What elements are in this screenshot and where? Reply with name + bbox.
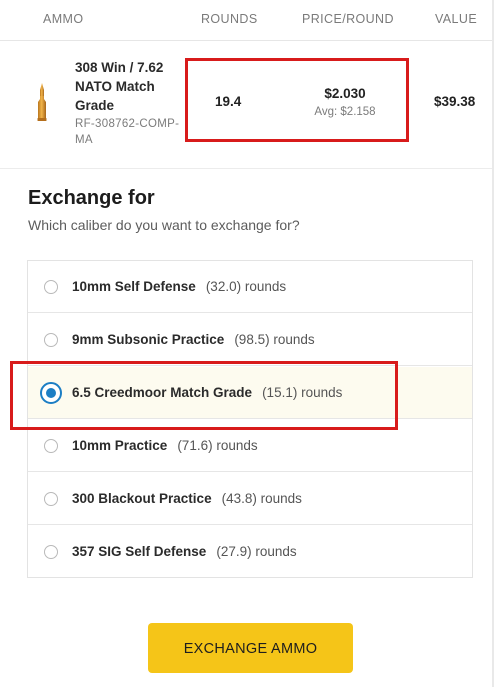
option-rounds: (43.8) rounds [221,491,302,506]
selected-option-highlight [10,361,398,430]
exchange-ammo-button[interactable]: EXCHANGE AMMO [148,623,353,673]
option-rounds: (71.6) rounds [177,438,258,453]
option-9mm-subsonic-practice[interactable]: 9mm Subsonic Practice (98.5) rounds [28,314,472,366]
radio-button[interactable] [44,280,58,294]
product-name: 308 Win / 7.62 NATO Match Grade [75,60,164,113]
radio-button[interactable] [44,333,58,347]
header-price-per-round: PRICE/ROUND [302,12,394,26]
option-label: 10mm Self Defense (32.0) rounds [72,279,287,294]
rounds-price-highlight [185,58,409,142]
option-10mm-self-defense[interactable]: 10mm Self Defense (32.0) rounds [28,261,472,313]
header-value: VALUE [435,12,478,26]
exchange-subtitle: Which caliber do you want to exchange fo… [28,217,300,233]
rifle-cartridge-icon [37,83,47,121]
exchange-title: Exchange for [28,187,155,209]
option-label: 9mm Subsonic Practice (98.5) rounds [72,332,315,347]
header-ammo: AMMO [43,12,84,26]
option-label: 10mm Practice (71.6) rounds [72,438,258,453]
header-rounds: ROUNDS [201,12,258,26]
radio-button[interactable] [44,439,58,453]
option-rounds: (98.5) rounds [234,332,315,347]
product-sku: RF-308762-COMP-MA [75,118,180,146]
option-300-blackout-practice[interactable]: 300 Blackout Practice (43.8) rounds [28,473,472,525]
table-header: AMMO ROUNDS PRICE/ROUND VALUE [0,0,492,41]
radio-button[interactable] [44,492,58,506]
option-rounds: (32.0) rounds [205,279,287,294]
option-label: 357 SIG Self Defense (27.9) rounds [72,544,297,559]
product-value: $39.38 [434,94,476,109]
option-rounds: (27.9) rounds [216,544,297,559]
radio-button[interactable] [44,545,58,559]
option-357-sig-self-defense[interactable]: 357 SIG Self Defense (27.9) rounds [28,526,472,578]
option-label: 300 Blackout Practice (43.8) rounds [72,491,302,506]
row-divider [0,168,492,169]
